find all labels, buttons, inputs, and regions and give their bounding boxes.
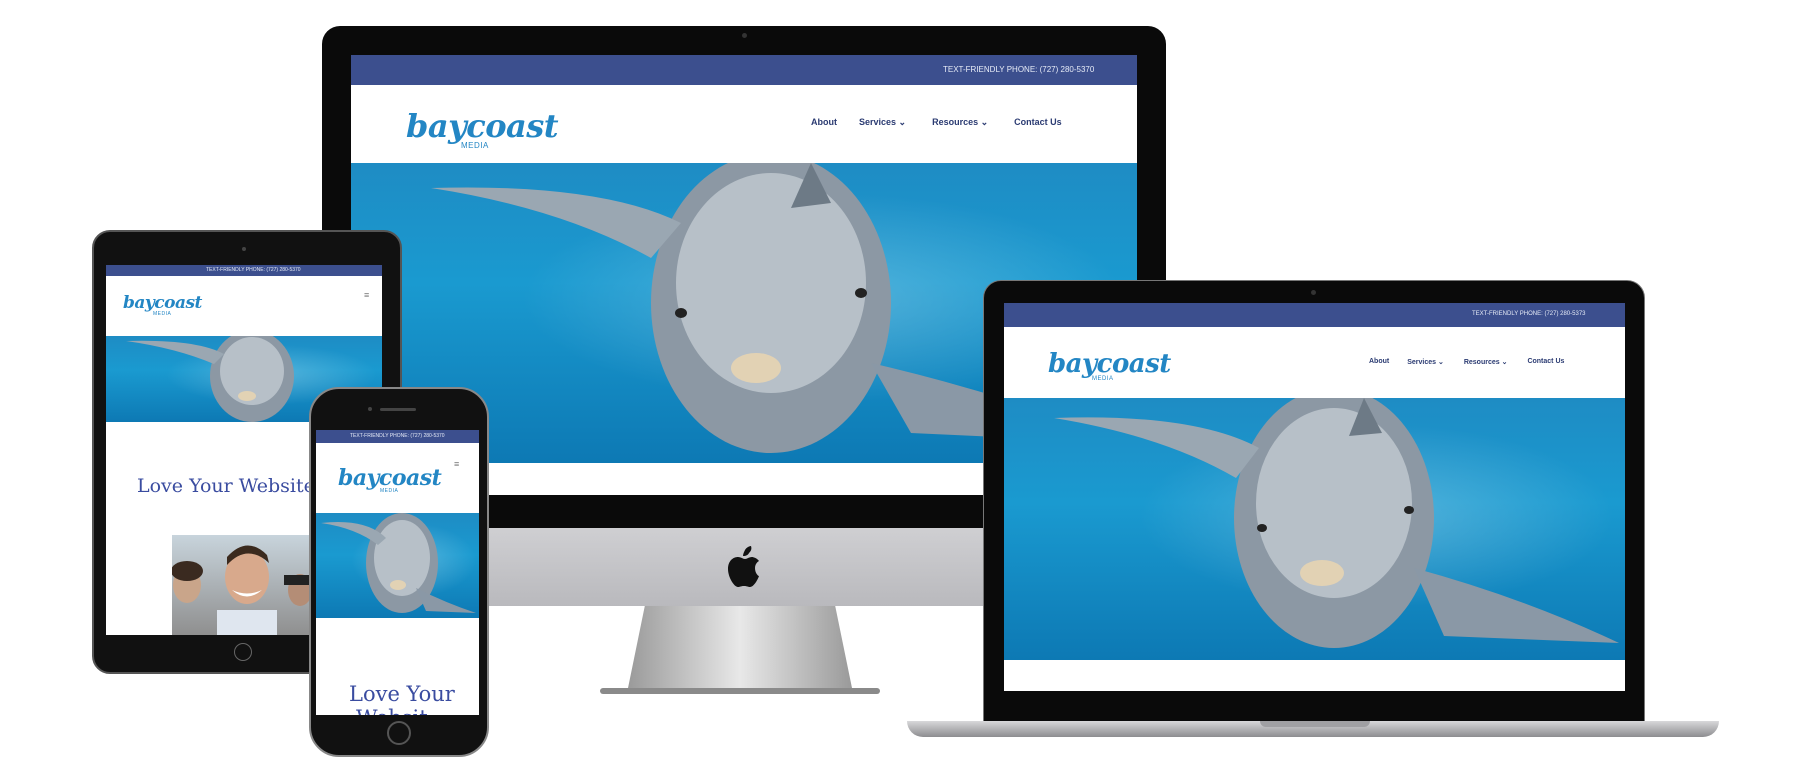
phone-screen: TEXT-FRIENDLY PHONE: (727) 280-5370 bayc… [316,430,479,715]
camera-icon [742,33,747,38]
laptop-logo-sub: MEDIA [1092,376,1114,382]
laptop-nav-contact[interactable]: Contact Us [1527,358,1564,366]
main-nav: About Services ⌄ Resources ⌄ Contact Us [811,117,1062,128]
mobile-headline-2: Websit [356,706,428,715]
nav-about[interactable]: About [811,117,837,128]
people-photo [171,535,312,635]
mobile-menu-icon[interactable]: ≡ [454,459,459,469]
laptop-logo-text: baycoast [1048,349,1171,379]
mobile-phone-text: TEXT-FRIENDLY PHONE: (727) 280-5370 [350,433,445,439]
logo[interactable]: baycoast MEDIA [406,107,559,150]
imac-stand [600,605,880,694]
mobile-headline: Love Your [349,682,455,706]
laptop-dolphin-image [1004,398,1625,660]
laptop-notch [1260,721,1370,727]
tablet-headline: Love Your Website D [137,475,337,497]
nav-services[interactable]: Services ⌄ [859,117,906,128]
mobile-logo[interactable]: baycoast MEDIA [338,465,442,494]
laptop-logo[interactable]: baycoast MEDIA [1048,349,1171,382]
phone-speaker-icon [380,408,416,411]
menu-icon[interactable]: ≡ [364,290,369,300]
tablet-camera-icon [242,247,246,251]
phone-text: TEXT-FRIENDLY PHONE: (727) 280-5370 [943,65,1095,74]
tablet-topbar: TEXT-FRIENDLY PHONE: (727) 280-5370 [106,265,382,276]
tablet-logo[interactable]: baycoast MEDIA [123,293,202,317]
phone-home-button[interactable] [387,721,411,745]
apple-logo-icon [728,546,759,587]
mobile-dolphin-image [316,513,479,618]
phone-camera-icon [368,407,372,411]
nav-resources[interactable]: Resources ⌄ [932,117,988,128]
logo-sub: MEDIA [461,141,489,150]
laptop-screen: TEXT-FRIENDLY PHONE: (727) 280-5373 bayc… [1004,303,1625,691]
phone-topbar: TEXT-FRIENDLY PHONE: (727) 280-5370 [351,55,1137,85]
tablet-logo-text: baycoast [123,293,202,313]
laptop-phone-text: TEXT-FRIENDLY PHONE: (727) 280-5373 [1472,311,1586,317]
tablet-logo-sub: MEDIA [153,311,172,317]
laptop-nav-resources[interactable]: Resources ⌄ [1464,358,1508,366]
laptop-nav-about[interactable]: About [1369,358,1389,366]
laptop-nav: About Services ⌄ Resources ⌄ Contact Us [1369,358,1564,366]
laptop-nav-services[interactable]: Services ⌄ [1407,358,1444,366]
tablet-home-button[interactable] [234,643,252,661]
mobile-topbar: TEXT-FRIENDLY PHONE: (727) 280-5370 [316,430,479,443]
tablet-phone-text: TEXT-FRIENDLY PHONE: (727) 280-5370 [206,267,301,273]
mobile-logo-sub: MEDIA [380,488,399,494]
laptop-camera-icon [1311,290,1316,295]
logo-text: baycoast [406,107,559,145]
laptop-topbar: TEXT-FRIENDLY PHONE: (727) 280-5373 [1004,303,1625,327]
nav-contact[interactable]: Contact Us [1014,117,1062,128]
